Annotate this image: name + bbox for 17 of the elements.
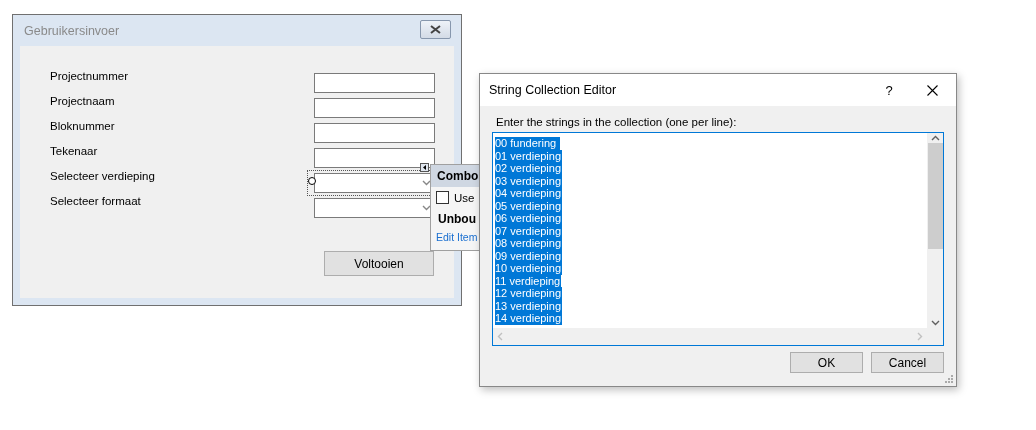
dialog-button[interactable]: Cancel	[871, 352, 944, 373]
field-label: Selecteer verdieping	[50, 170, 156, 182]
window-title: Gebruikersinvoer	[24, 23, 120, 38]
checkbox-label: Use	[454, 191, 475, 204]
panel-header: Combo	[431, 165, 481, 187]
section-heading: Unbou	[438, 212, 476, 226]
edit-items-link[interactable]: Edit Item	[436, 231, 478, 243]
field-label: Projectnaam	[50, 95, 116, 107]
field-label: Selecteer formaat	[50, 195, 142, 207]
dialog-button[interactable]: OK	[790, 352, 863, 373]
dialog-title: String Collection Editor	[489, 83, 618, 97]
help-button[interactable]: ?	[881, 82, 897, 98]
finish-button[interactable]: Voltooien	[324, 251, 434, 276]
field-label: Bloknummer	[50, 120, 116, 132]
field-label: Tekenaar	[50, 145, 99, 157]
instruction-text: Enter the strings in the collection (one per line):	[495, 116, 738, 128]
field-label: Projectnummer	[50, 70, 129, 82]
